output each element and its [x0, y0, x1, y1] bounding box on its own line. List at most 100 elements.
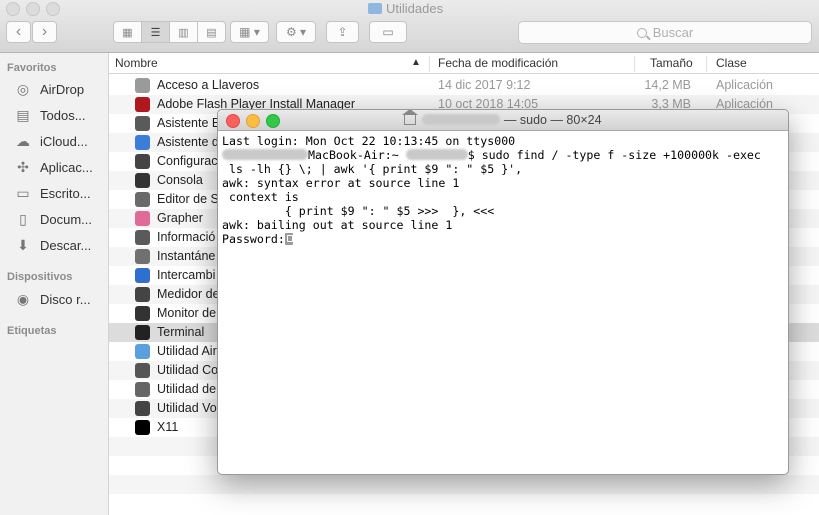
- terminal-titlebar: — sudo — 80×24: [218, 110, 788, 131]
- terminal-line: awk: syntax error at source line 1: [222, 176, 460, 190]
- file-name: Monitor de: [157, 306, 217, 320]
- terminal-line: context is: [222, 190, 299, 204]
- app-icon: [135, 306, 150, 321]
- file-name: Configurac: [157, 154, 218, 168]
- action-gear-icon[interactable]: ⚙ ▾: [276, 21, 316, 43]
- file-name: Editor de S: [157, 192, 219, 206]
- app-icon: [135, 78, 150, 93]
- empty-row: [109, 494, 819, 513]
- file-name: Instantáne: [157, 249, 216, 263]
- file-name: Informació: [157, 230, 216, 244]
- key-cursor-icon: [284, 233, 293, 245]
- app-icon: [135, 211, 150, 226]
- file-name: Utilidad Air: [157, 344, 217, 358]
- sidebar-item-icloud[interactable]: ☁ iCloud...: [14, 131, 88, 151]
- download-icon: ⬇: [17, 236, 29, 253]
- icon-view-icon[interactable]: ▦: [114, 22, 142, 42]
- terminal-window: — sudo — 80×24 Last login: Mon Oct 22 10…: [217, 109, 789, 475]
- cloud-icon: ☁: [16, 132, 30, 149]
- column-kind[interactable]: Clase: [716, 56, 747, 70]
- share-icon[interactable]: ⇪: [326, 21, 359, 43]
- search-input[interactable]: Buscar: [518, 21, 812, 44]
- tags-header: Etiquetas: [7, 325, 57, 337]
- app-icon: [135, 192, 150, 207]
- terminal-line: awk: bailing out at source line 1: [222, 218, 453, 232]
- column-view-icon[interactable]: ▥: [170, 22, 198, 42]
- all-files-icon: ▤: [16, 106, 30, 123]
- back-button[interactable]: ‹: [6, 21, 31, 43]
- terminal-line: Password:: [222, 232, 784, 246]
- terminal-output[interactable]: Last login: Mon Oct 22 10:13:45 on ttys0…: [218, 131, 788, 249]
- sidebar-item-downloads[interactable]: ⬇ Descar...: [14, 235, 91, 255]
- column-divider: [429, 56, 430, 72]
- file-name: Grapher: [157, 211, 203, 225]
- app-icon: [135, 344, 150, 359]
- terminal-line: MacBook-Air:~ $ sudo find / -type f -siz…: [222, 148, 784, 162]
- close-button[interactable]: [6, 2, 20, 16]
- column-size[interactable]: Tamaño: [650, 56, 693, 70]
- redacted-user: [222, 149, 308, 160]
- app-icon: [135, 230, 150, 245]
- disk-icon: ◉: [16, 290, 30, 307]
- app-icon: [135, 325, 150, 340]
- sidebar-item-all-files[interactable]: ▤ Todos...: [14, 105, 85, 125]
- file-name: Asistente d: [157, 135, 219, 149]
- window-title: Utilidades: [368, 1, 443, 16]
- column-header: Nombre ▲ Fecha de modificación Tamaño Cl…: [109, 53, 819, 74]
- applications-icon: ✣: [17, 158, 29, 175]
- list-view-icon[interactable]: ☰: [142, 22, 170, 42]
- file-name: Consola: [157, 173, 203, 187]
- column-name[interactable]: Nombre: [115, 56, 158, 70]
- devices-header: Dispositivos: [7, 271, 73, 283]
- app-icon: [135, 382, 150, 397]
- sidebar: Favoritos ◎ AirDrop ▤ Todos... ☁ iCloud... …: [0, 53, 109, 515]
- arrange-button[interactable]: ▦ ▾: [230, 21, 269, 43]
- file-name: Asistente E: [157, 116, 221, 130]
- sidebar-item-disk[interactable]: ◉ Disco r...: [14, 289, 91, 309]
- sidebar-item-documents[interactable]: ▯ Docum...: [14, 209, 92, 229]
- app-icon: [135, 154, 150, 169]
- view-switcher: ▦ ☰ ▥ ▤: [113, 21, 226, 43]
- minimize-button[interactable]: [26, 2, 40, 16]
- file-name: Medidor de: [157, 287, 220, 301]
- file-size: 14,2 MB: [644, 78, 691, 92]
- file-name: Terminal: [157, 325, 205, 339]
- app-icon: [135, 363, 150, 378]
- file-kind: Aplicación: [716, 78, 773, 92]
- airdrop-icon: ◎: [16, 80, 30, 97]
- column-date[interactable]: Fecha de modificación: [438, 56, 558, 70]
- terminal-line: ls -lh {} \; | awk '{ print $9 ": " $5 }…: [222, 162, 523, 176]
- app-icon: [135, 420, 150, 435]
- empty-row: [109, 475, 819, 494]
- column-divider: [634, 56, 635, 72]
- app-icon: [135, 401, 150, 416]
- file-date: 14 dic 2017 9:12: [438, 78, 531, 92]
- file-name: Utilidad Co: [157, 363, 219, 377]
- search-icon: [636, 27, 647, 38]
- file-name: Acceso a Llaveros: [157, 78, 260, 92]
- sidebar-item-airdrop[interactable]: ◎ AirDrop: [14, 79, 84, 99]
- terminal-title: — sudo — 80×24: [218, 110, 788, 127]
- file-name: Utilidad Vo: [157, 401, 217, 415]
- sidebar-item-desktop[interactable]: ▭ Escrito...: [14, 183, 90, 203]
- forward-button[interactable]: ›: [32, 21, 57, 43]
- zoom-button[interactable]: [46, 2, 60, 16]
- app-icon: [135, 97, 150, 112]
- file-row[interactable]: Acceso a Llaveros 14 dic 2017 9:12 14,2 MB…: [109, 76, 819, 95]
- document-icon: ▯: [19, 210, 27, 227]
- app-icon: [135, 116, 150, 131]
- terminal-line: { print $9 ": " $5 >>> }, <<<: [222, 204, 495, 218]
- app-icon: [135, 268, 150, 283]
- app-icon: [135, 249, 150, 264]
- sort-chevron-icon: ▲: [411, 57, 421, 68]
- finder-titlebar: Utilidades ‹ › ▦ ☰ ▥ ▤ ▦ ▾ ⚙ ▾ ⇪ ▭ Busca…: [0, 0, 819, 53]
- tag-icon[interactable]: ▭: [369, 21, 407, 43]
- file-name: Utilidad de: [157, 382, 217, 396]
- file-name: X11: [157, 420, 179, 434]
- favorites-header: Favoritos: [7, 62, 57, 74]
- file-name: Intercambi: [157, 268, 216, 282]
- home-icon: [402, 110, 419, 125]
- desktop-icon: ▭: [16, 184, 30, 201]
- cover-flow-icon[interactable]: ▤: [198, 22, 225, 42]
- sidebar-item-applications[interactable]: ✣ Aplicac...: [14, 157, 93, 177]
